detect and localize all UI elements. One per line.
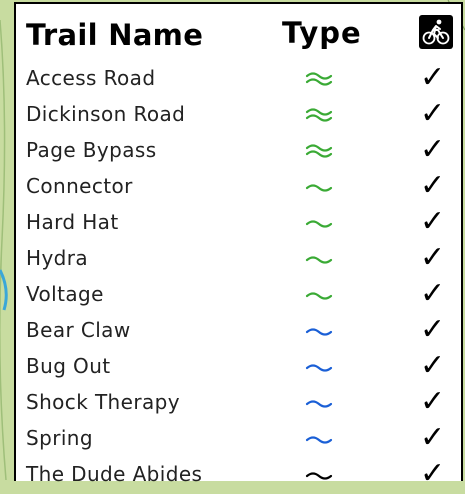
trail-double-green-wave-icon — [304, 105, 334, 125]
bike-allowed-checkmark: ✓ — [420, 96, 446, 131]
bike-allowed-checkmark: ✓ — [420, 420, 446, 455]
trail-row: Bug Out ✓ — [16, 348, 461, 386]
trail-name: Dickinson Road — [26, 102, 186, 126]
bike-allowed-checkmark: ✓ — [420, 312, 446, 347]
trail-name: Page Bypass — [26, 138, 157, 162]
trail-row: Voltage ✓ — [16, 276, 461, 314]
trail-single-blue-wave-icon — [304, 429, 334, 449]
trail-name: Bug Out — [26, 354, 111, 378]
trail-row: Page Bypass ✓ — [16, 132, 461, 170]
trail-name-heading: Trail Name — [26, 18, 204, 52]
bike-allowed-checkmark: ✓ — [420, 204, 446, 239]
trail-single-green-wave-icon — [304, 249, 334, 269]
trail-row: Access Road ✓ — [16, 60, 461, 98]
trail-name: The Dude Abides — [26, 462, 203, 486]
trail-list: Access Road ✓ Dickinson Road ✓ Page Bypa… — [16, 60, 461, 494]
bike-allowed-checkmark: ✓ — [420, 384, 446, 419]
type-heading: Type — [282, 16, 362, 50]
trail-single-green-wave-icon — [304, 177, 334, 197]
trail-legend-panel: Trail Name Type Access Road ✓ Dickinson … — [14, 2, 463, 491]
trail-single-green-wave-icon — [304, 285, 334, 305]
legend-header: Trail Name Type — [16, 4, 461, 66]
bike-allowed-checkmark: ✓ — [420, 348, 446, 383]
trail-single-blue-wave-icon — [304, 393, 334, 413]
trail-row: Spring ✓ — [16, 420, 461, 458]
trail-row: Hard Hat ✓ — [16, 204, 461, 242]
trail-single-black-wave-icon — [304, 465, 334, 485]
trail-single-blue-wave-icon — [304, 321, 334, 341]
trail-name: Hard Hat — [26, 210, 119, 234]
bike-allowed-checkmark: ✓ — [420, 168, 446, 203]
bike-allowed-checkmark: ✓ — [420, 132, 446, 167]
trail-row: Shock Therapy ✓ — [16, 384, 461, 422]
trail-name: Spring — [26, 426, 93, 450]
bike-allowed-checkmark: ✓ — [420, 240, 446, 275]
bike-allowed-checkmark: ✓ — [420, 276, 446, 311]
trail-name: Hydra — [26, 246, 89, 270]
trail-name: Access Road — [26, 66, 156, 90]
bike-allowed-checkmark: ✓ — [420, 456, 446, 491]
trail-row: Bear Claw ✓ — [16, 312, 461, 350]
trail-row: Connector ✓ — [16, 168, 461, 206]
trail-single-green-wave-icon — [304, 213, 334, 233]
trail-single-blue-wave-icon — [304, 357, 334, 377]
bike-allowed-checkmark: ✓ — [420, 60, 446, 95]
trail-name: Bear Claw — [26, 318, 131, 342]
trail-double-green-wave-icon — [304, 69, 334, 89]
trail-name: Shock Therapy — [26, 390, 180, 414]
trail-row: Dickinson Road ✓ — [16, 96, 461, 134]
trail-name: Voltage — [26, 282, 104, 306]
trail-double-green-wave-icon — [304, 141, 334, 161]
trail-row: The Dude Abides ✓ — [16, 456, 461, 494]
trail-row: Hydra ✓ — [16, 240, 461, 278]
trail-name: Connector — [26, 174, 133, 198]
mountain-bike-icon — [419, 15, 453, 49]
